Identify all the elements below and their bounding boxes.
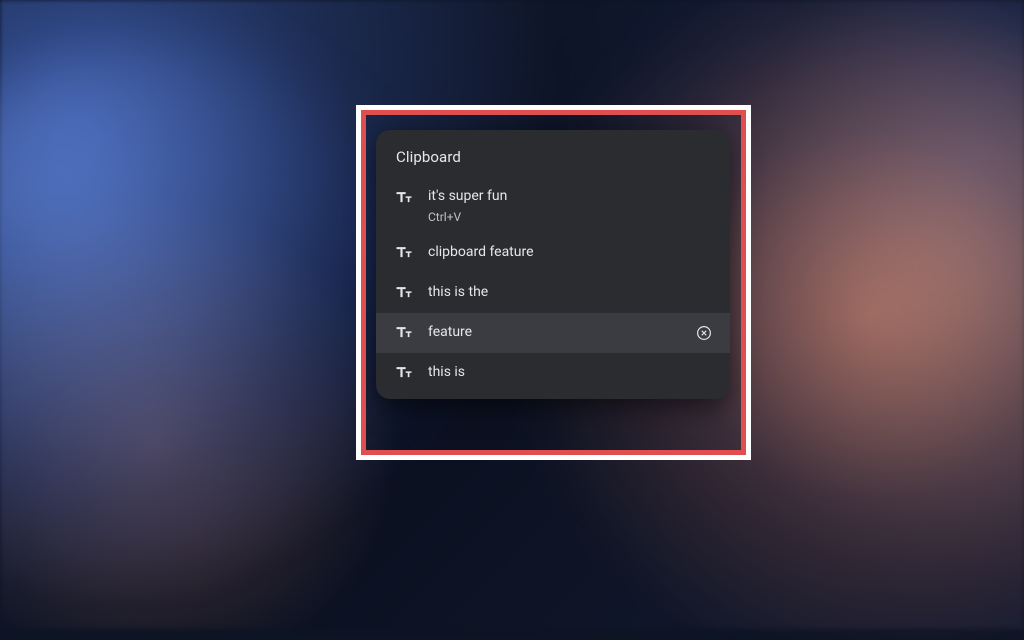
- clipboard-item[interactable]: clipboard feature: [376, 233, 730, 273]
- delete-item-button[interactable]: [692, 321, 716, 345]
- clipboard-item[interactable]: feature: [376, 313, 730, 353]
- clipboard-item-text: clipboard feature: [428, 243, 716, 262]
- clipboard-item-body: clipboard feature: [428, 243, 716, 262]
- clipboard-item[interactable]: it's super fun Ctrl+V: [376, 178, 730, 233]
- clipboard-item-body: feature: [428, 323, 692, 342]
- clipboard-item-text: it's super fun: [428, 187, 716, 206]
- clipboard-panel: Clipboard it's super fun Ctrl+V: [376, 130, 730, 399]
- clipboard-item-text: this is: [428, 363, 716, 382]
- clipboard-item-body: this is the: [428, 283, 716, 302]
- panel-title: Clipboard: [376, 130, 730, 178]
- clipboard-item-text: feature: [428, 323, 692, 342]
- text-type-icon: [394, 363, 414, 383]
- clipboard-item-text: this is the: [428, 283, 716, 302]
- text-type-icon: [394, 188, 414, 208]
- clipboard-item-shortcut: Ctrl+V: [428, 210, 716, 224]
- clipboard-item[interactable]: this is: [376, 353, 730, 393]
- text-type-icon: [394, 243, 414, 263]
- text-type-icon: [394, 283, 414, 303]
- clipboard-item[interactable]: this is the: [376, 273, 730, 313]
- text-type-icon: [394, 323, 414, 343]
- clipboard-item-body: this is: [428, 363, 716, 382]
- clipboard-item-body: it's super fun Ctrl+V: [428, 187, 716, 224]
